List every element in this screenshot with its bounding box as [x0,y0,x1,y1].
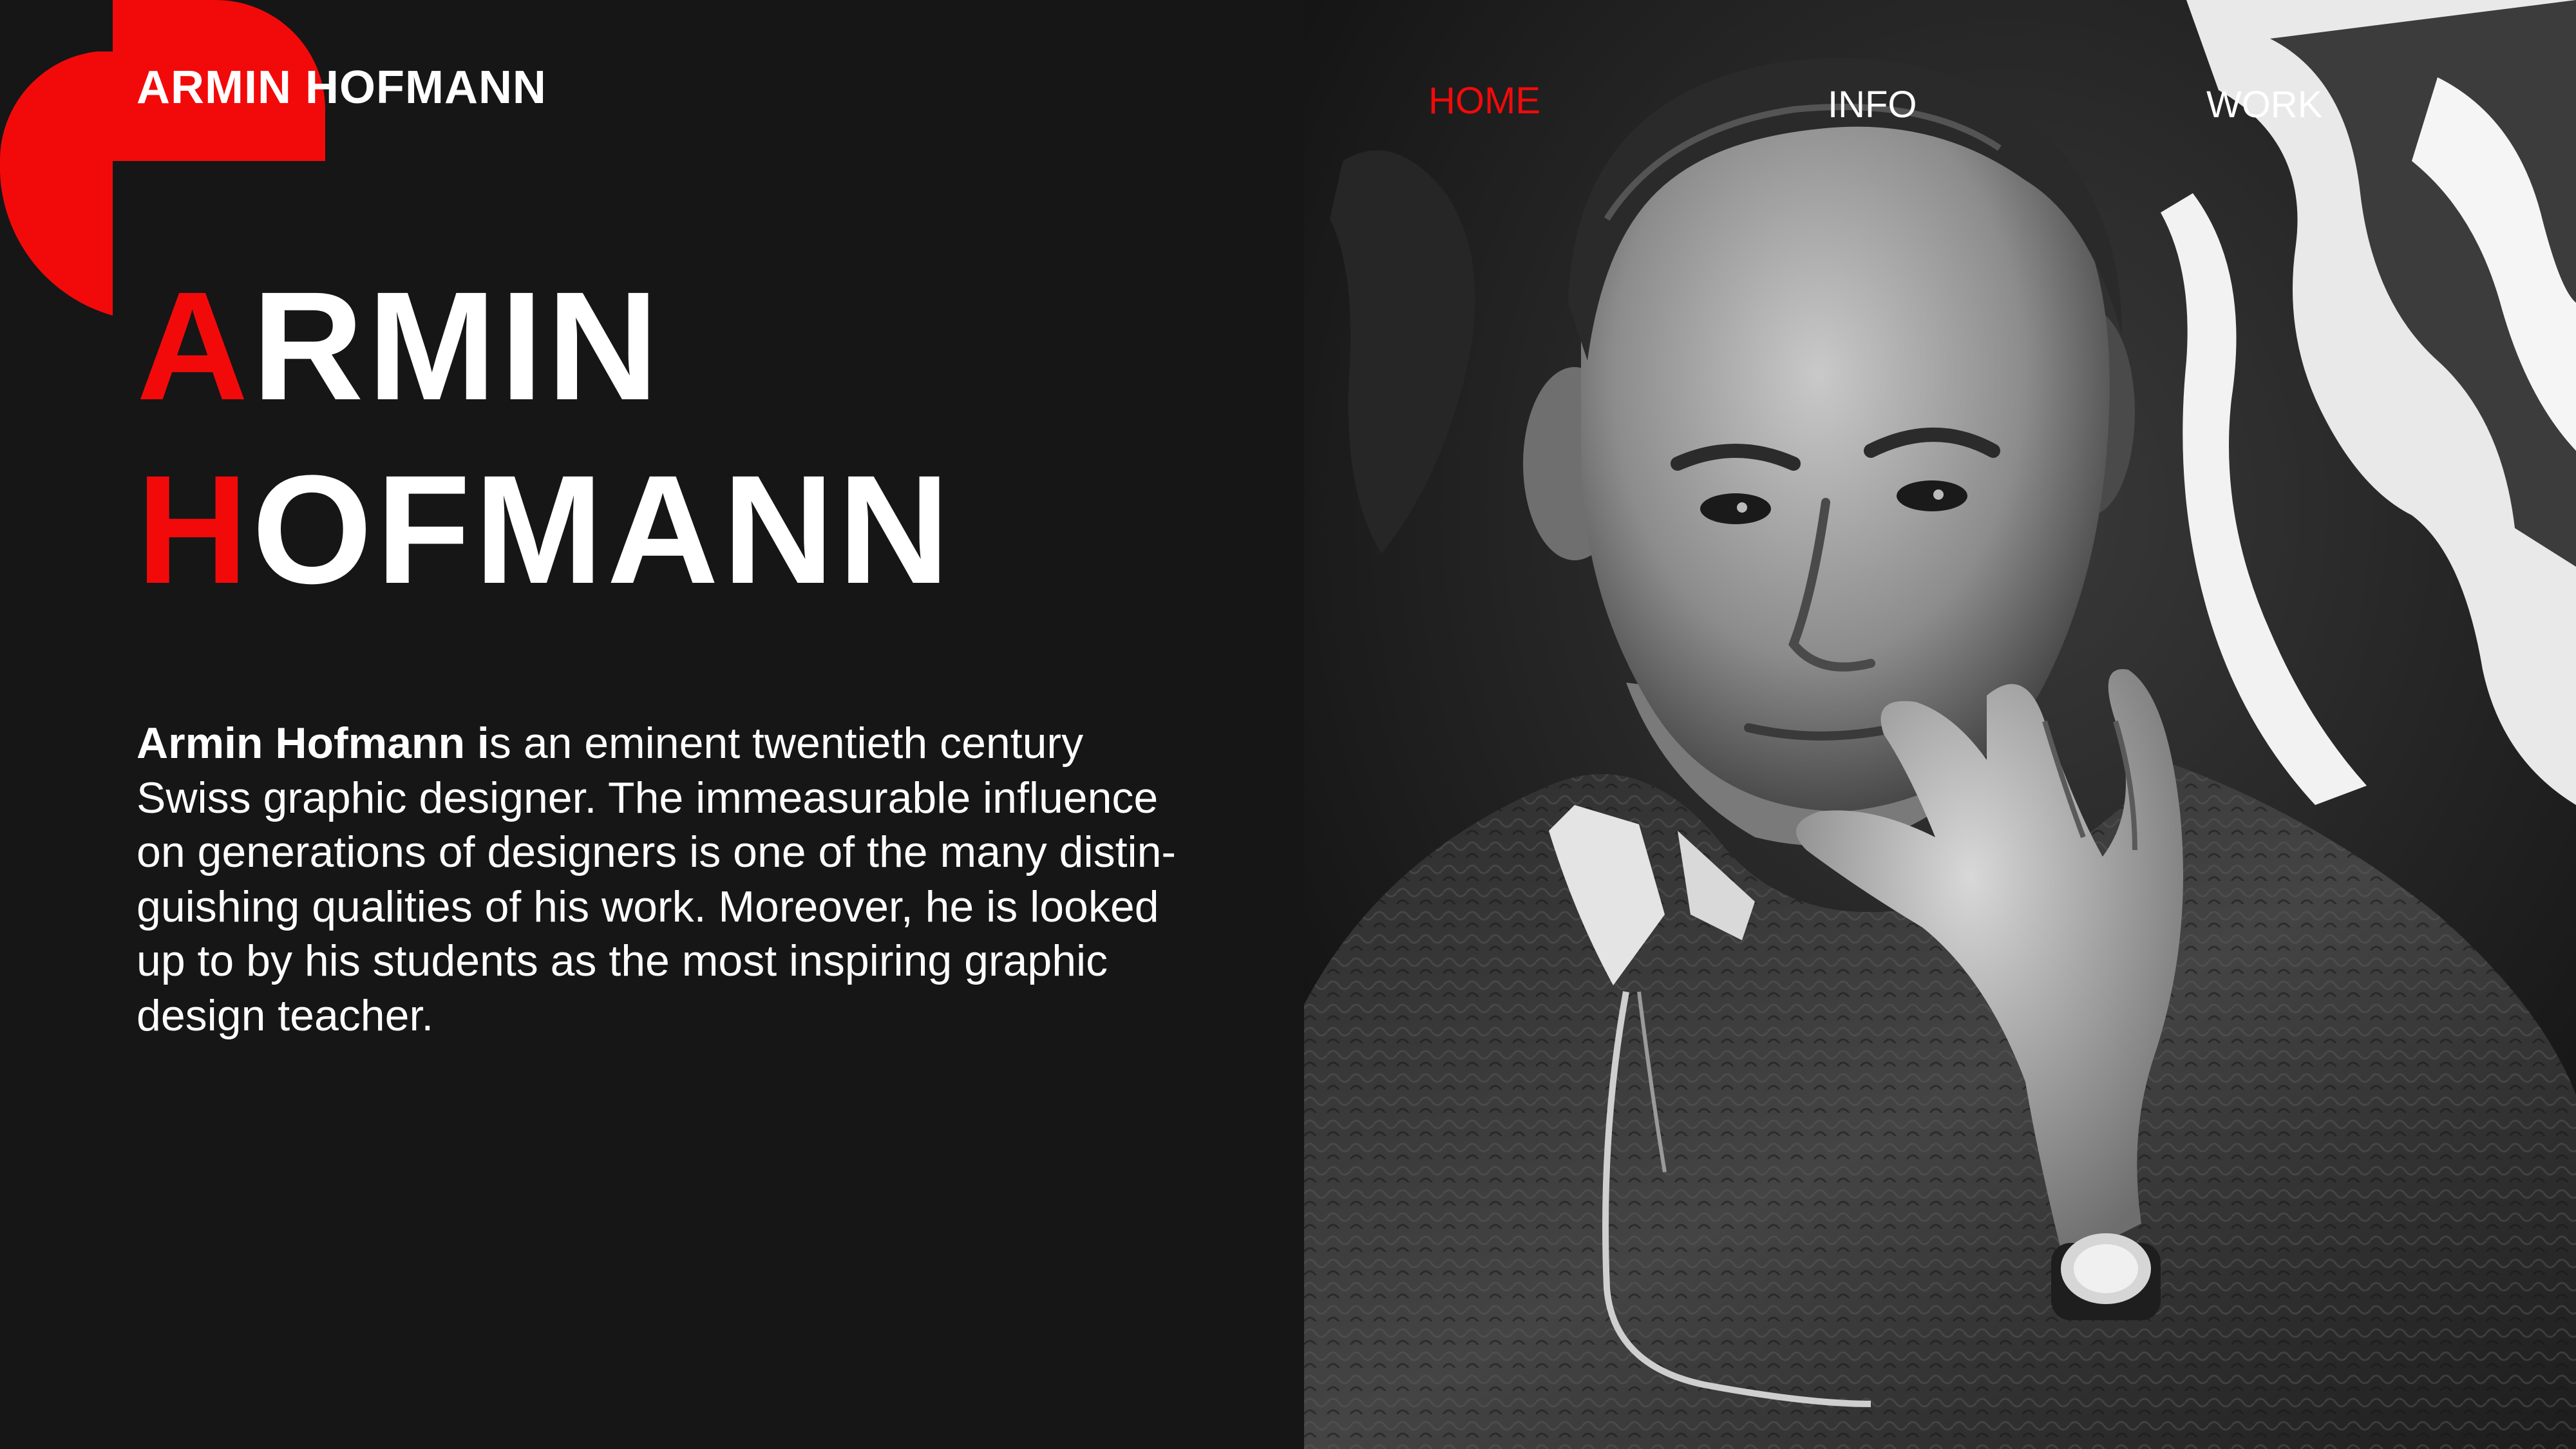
hero-initial-h: H [137,443,252,616]
hero-title-line-1: ARMIN [137,254,954,438]
intro-line-4: guishing qualities of his work. Moreover… [137,882,1159,931]
portrait-photo [1304,0,2576,1449]
hero-panel: ARMIN HOFMANN ARMIN HOFMANN Armin Hofman… [0,0,1304,1449]
hero-title-line-2: HOFMANN [137,438,954,621]
intro-paragraph: Armin Hofmann is an eminent twentieth ce… [137,716,1270,1043]
nav-work[interactable]: WORK [2206,86,2322,124]
portrait-image [1304,0,2576,1449]
hero-initial-a: A [137,260,252,432]
intro-line-2: Swiss graphic designer. The immeasurable… [137,773,1159,822]
intro-line-3: on generations of designers is one of th… [137,828,1177,876]
brand-name[interactable]: ARMIN HOFMANN [137,64,547,111]
hero-line-1-rest: RMIN [252,260,663,432]
intro-line-1: Armin Hofmann is an eminent twentieth ce… [137,716,1270,771]
hero-title: ARMIN HOFMANN [137,254,954,621]
intro-line-5: up to by his students as the most inspir… [137,936,1108,985]
nav-info[interactable]: INFO [1828,86,1917,124]
intro-lead: Armin Hofmann i [137,719,489,768]
brand-first: ARMIN [137,62,292,113]
nav-home[interactable]: HOME [1428,82,1540,120]
intro-line-1-rest: s an eminent twentieth century [489,719,1084,768]
brand-last: HOFMANN [305,62,547,113]
intro-line-6: design teacher. [137,990,434,1040]
page: ARMIN HOFMANN ARMIN HOFMANN Armin Hofman… [0,0,2576,1449]
hero-line-2-rest: OFMANN [252,443,954,616]
